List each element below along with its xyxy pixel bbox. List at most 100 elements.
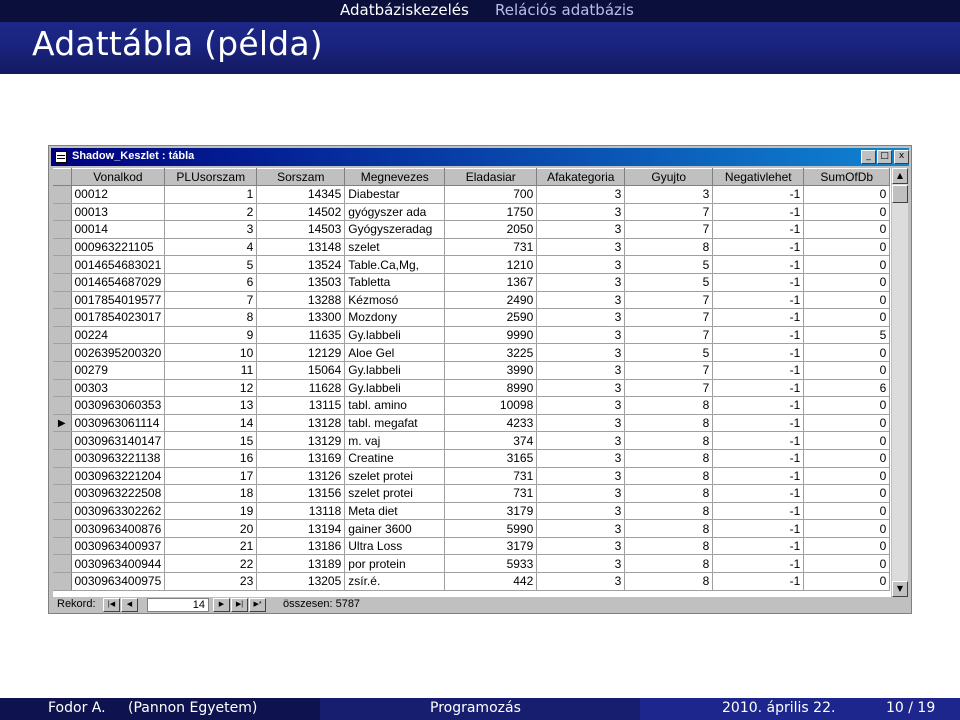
table-cell-megnevezes[interactable]: Table.Ca,Mg,: [344, 255, 446, 274]
table-cell-plusorszam[interactable]: 9: [164, 326, 258, 345]
table-cell-sumofdb[interactable]: 0: [803, 467, 891, 486]
table-cell-gyujto[interactable]: 8: [624, 414, 714, 433]
table-cell-sumofdb[interactable]: 0: [803, 537, 891, 556]
table-row[interactable]: 0030963400876 20 13194 gainer 3600 5990 3 8 -1 0: [53, 519, 891, 538]
row-selector[interactable]: [53, 343, 72, 362]
table-cell-sorszam[interactable]: 13115: [256, 396, 346, 415]
table-cell-sumofdb[interactable]: 0: [803, 431, 891, 450]
table-cell-gyujto[interactable]: 8: [624, 537, 714, 556]
row-selector[interactable]: [53, 273, 72, 292]
table-cell-gyujto[interactable]: 8: [624, 519, 714, 538]
row-selector[interactable]: [53, 554, 72, 574]
table-cell-afakategoria[interactable]: 3: [536, 379, 626, 398]
table-cell-negativlehet[interactable]: -1: [712, 379, 805, 398]
table-cell-vonalkod[interactable]: 0030963400937: [71, 537, 166, 556]
table-cell-gyujto[interactable]: 7: [624, 220, 714, 239]
select-all-corner[interactable]: [53, 168, 72, 186]
table-cell-sorszam[interactable]: 13205: [256, 572, 346, 591]
nav-section-link[interactable]: Adatbáziskezelés: [340, 1, 469, 19]
table-row[interactable]: 0030963222508 18 13156 szelet protei 731 3 8 -1…: [53, 484, 891, 503]
table-cell-plusorszam[interactable]: 16: [164, 449, 258, 468]
table-cell-plusorszam[interactable]: 13: [164, 396, 258, 415]
table-row[interactable]: 00224 9 11635 Gy.labbeli 9990 3 7 -1 5: [53, 326, 891, 345]
table-cell-gyujto[interactable]: 7: [624, 379, 714, 398]
table-cell-gyujto[interactable]: 8: [624, 484, 714, 503]
table-cell-megnevezes[interactable]: Diabestar: [344, 185, 446, 204]
row-selector[interactable]: [53, 326, 72, 345]
table-cell-negativlehet[interactable]: -1: [712, 291, 805, 310]
table-row[interactable]: 0017854023017 8 13300 Mozdony 2590 3 7 -1 0: [53, 308, 891, 327]
table-cell-megnevezes[interactable]: Mozdony: [344, 308, 446, 327]
column-header[interactable]: Sorszam: [256, 168, 346, 186]
table-cell-negativlehet[interactable]: -1: [712, 361, 805, 380]
row-selector[interactable]: [53, 220, 72, 239]
restore-button[interactable]: □: [877, 150, 892, 164]
table-cell-negativlehet[interactable]: -1: [712, 273, 805, 292]
table-cell-sumofdb[interactable]: 0: [803, 519, 891, 538]
table-cell-vonalkod[interactable]: 00014: [71, 220, 166, 239]
table-row[interactable]: 0030963140147 15 13129 m. vaj 374 3 8 -1 0: [53, 431, 891, 450]
row-selector[interactable]: [53, 572, 72, 591]
current-record-icon[interactable]: ▶: [53, 414, 72, 433]
table-row[interactable]: 0030963400944 22 13189 por protein 5933 3 8 -1 0: [53, 554, 891, 574]
table-cell-megnevezes[interactable]: gainer 3600: [344, 519, 446, 538]
table-cell-plusorszam[interactable]: 23: [164, 572, 258, 591]
table-cell-vonalkod[interactable]: 0014654683021: [71, 255, 166, 274]
table-cell-negativlehet[interactable]: -1: [712, 467, 805, 486]
table-row[interactable]: 00279 11 15064 Gy.labbeli 3990 3 7 -1 0: [53, 361, 891, 380]
table-cell-vonalkod[interactable]: 0030963400975: [71, 572, 166, 591]
table-cell-eladasiar[interactable]: 700: [444, 185, 538, 204]
column-header[interactable]: Negativlehet: [712, 168, 805, 186]
table-cell-gyujto[interactable]: 5: [624, 273, 714, 292]
table-cell-sorszam[interactable]: 11628: [256, 379, 346, 398]
table-cell-megnevezes[interactable]: szelet protei: [344, 467, 446, 486]
table-cell-megnevezes[interactable]: Aloe Gel: [344, 343, 446, 362]
table-cell-eladasiar[interactable]: 10098: [444, 396, 538, 415]
table-row[interactable]: 0030963302262 19 13118 Meta diet 3179 3 8 -1 0: [53, 502, 891, 521]
vertical-scrollbar[interactable]: ▲ ▼: [892, 168, 908, 597]
table-cell-megnevezes[interactable]: Gy.labbeli: [344, 379, 446, 398]
row-selector[interactable]: [53, 291, 72, 310]
table-cell-plusorszam[interactable]: 22: [164, 554, 258, 574]
table-row[interactable]: ▶ 0030963061114 14 13128 tabl. megafat 4233 3 8…: [53, 414, 891, 433]
table-cell-megnevezes[interactable]: tabl. amino: [344, 396, 446, 415]
table-cell-afakategoria[interactable]: 3: [536, 326, 626, 345]
scroll-down-icon[interactable]: ▼: [892, 581, 908, 597]
table-cell-sumofdb[interactable]: 0: [803, 185, 891, 204]
table-cell-vonalkod[interactable]: 00012: [71, 185, 166, 204]
table-cell-eladasiar[interactable]: 5990: [444, 519, 538, 538]
previous-record-icon[interactable]: ◀: [121, 598, 138, 612]
table-cell-eladasiar[interactable]: 3225: [444, 343, 538, 362]
table-cell-afakategoria[interactable]: 3: [536, 484, 626, 503]
table-cell-plusorszam[interactable]: 11: [164, 361, 258, 380]
table-cell-eladasiar[interactable]: 5933: [444, 554, 538, 574]
first-record-icon[interactable]: |◀: [103, 598, 120, 612]
table-cell-sumofdb[interactable]: 0: [803, 203, 891, 222]
table-cell-megnevezes[interactable]: Gy.labbeli: [344, 326, 446, 345]
table-cell-plusorszam[interactable]: 12: [164, 379, 258, 398]
table-cell-gyujto[interactable]: 8: [624, 467, 714, 486]
table-cell-sorszam[interactable]: 15064: [256, 361, 346, 380]
table-cell-megnevezes[interactable]: m. vaj: [344, 431, 446, 450]
table-cell-afakategoria[interactable]: 3: [536, 238, 626, 257]
table-cell-megnevezes[interactable]: szelet: [344, 238, 446, 257]
table-row[interactable]: 00013 2 14502 gyógyszer ada 1750 3 7 -1 0: [53, 203, 891, 222]
table-row[interactable]: 00012 1 14345 Diabestar 700 3 3 -1 0: [53, 185, 891, 204]
table-cell-sumofdb[interactable]: 0: [803, 220, 891, 239]
scroll-thumb[interactable]: [892, 185, 908, 203]
table-cell-eladasiar[interactable]: 3179: [444, 537, 538, 556]
table-cell-sumofdb[interactable]: 0: [803, 343, 891, 362]
table-cell-afakategoria[interactable]: 3: [536, 572, 626, 591]
table-cell-vonalkod[interactable]: 0030963060353: [71, 396, 166, 415]
table-cell-eladasiar[interactable]: 2590: [444, 308, 538, 327]
table-row[interactable]: 0030963221138 16 13169 Creatine 3165 3 8 -1 0: [53, 449, 891, 468]
table-cell-gyujto[interactable]: 7: [624, 326, 714, 345]
table-cell-sumofdb[interactable]: 0: [803, 502, 891, 521]
row-selector[interactable]: [53, 238, 72, 257]
row-selector[interactable]: [53, 431, 72, 450]
table-row[interactable]: 0026395200320 10 12129 Aloe Gel 3225 3 5 -1 0: [53, 343, 891, 362]
table-cell-afakategoria[interactable]: 3: [536, 396, 626, 415]
table-row[interactable]: 00014 3 14503 Gyógyszeradag 2050 3 7 -1 0: [53, 220, 891, 239]
table-cell-sumofdb[interactable]: 0: [803, 449, 891, 468]
column-header[interactable]: SumOfDb: [803, 168, 891, 186]
